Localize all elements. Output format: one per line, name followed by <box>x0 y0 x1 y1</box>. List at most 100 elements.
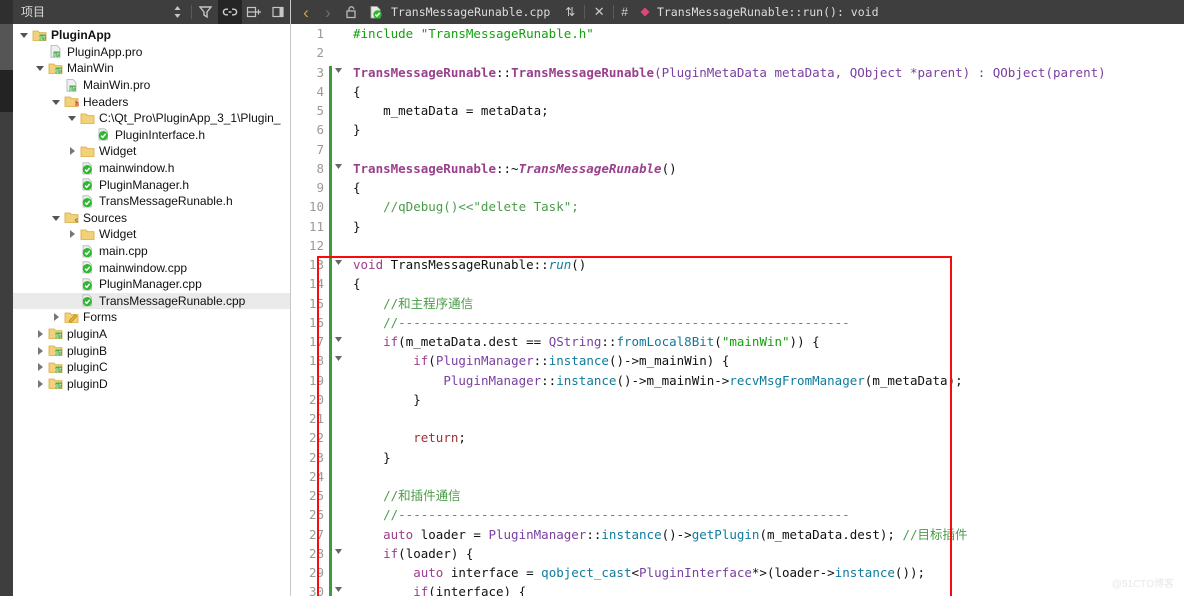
code-line[interactable] <box>345 409 1184 428</box>
tree-item[interactable]: c Sources <box>13 210 290 227</box>
code-line[interactable] <box>345 140 1184 159</box>
code-token: //和主程序通信 <box>353 295 474 311</box>
chevron-down-icon[interactable] <box>33 63 47 73</box>
code-line[interactable]: { <box>345 178 1184 197</box>
tree-item[interactable]: TransMessageRunable.h <box>13 193 290 210</box>
unlock-icon[interactable] <box>339 0 363 24</box>
fold-column[interactable] <box>332 24 345 596</box>
chevron-right-icon[interactable] <box>33 329 47 339</box>
code-line[interactable] <box>345 236 1184 255</box>
project-tree[interactable]: qt PluginApp qt PluginApp.pro qt MainWin qt Mai… <box>13 24 290 596</box>
tree-item[interactable]: qt pluginD <box>13 375 290 392</box>
code-line[interactable]: TransMessageRunable::TransMessageRunable… <box>345 63 1184 82</box>
line-marker-icon[interactable]: # <box>616 5 633 19</box>
code-token: (loader) { <box>398 545 474 561</box>
source-file-icon <box>79 244 96 259</box>
code-token: ( <box>654 64 662 80</box>
code-line[interactable]: } <box>345 217 1184 236</box>
code-token: } <box>353 391 421 407</box>
tree-item[interactable]: main.cpp <box>13 243 290 260</box>
code-line[interactable]: #include "TransMessageRunable.h" <box>345 24 1184 43</box>
chevron-right-icon[interactable] <box>33 379 47 389</box>
code-line[interactable] <box>345 43 1184 62</box>
code-line[interactable]: { <box>345 274 1184 293</box>
tree-item[interactable]: qt MainWin <box>13 60 290 77</box>
fold-triangle-icon[interactable] <box>332 255 345 274</box>
tree-item[interactable]: PluginInterface.h <box>13 127 290 144</box>
code-line[interactable]: if(PluginManager::instance()->m_mainWin)… <box>345 351 1184 370</box>
tree-item[interactable]: qt PluginApp <box>13 27 290 44</box>
code-line[interactable]: auto loader = PluginManager::instance()-… <box>345 525 1184 544</box>
chevron-right-icon[interactable] <box>49 312 63 322</box>
code-line[interactable]: } <box>345 120 1184 139</box>
code-line[interactable]: return; <box>345 428 1184 447</box>
tree-item[interactable]: h Headers <box>13 93 290 110</box>
fold-empty <box>332 313 345 332</box>
split-add-icon[interactable] <box>242 0 266 24</box>
chevron-down-icon[interactable] <box>17 30 31 40</box>
fold-triangle-icon[interactable] <box>332 544 345 563</box>
tree-item[interactable]: qt MainWin.pro <box>13 77 290 94</box>
tree-item[interactable]: mainwindow.h <box>13 160 290 177</box>
close-sidebar-icon[interactable] <box>266 0 290 24</box>
chevron-right-icon[interactable] <box>65 229 79 239</box>
sort-toggle-icon[interactable] <box>165 0 189 24</box>
symbol-breadcrumb[interactable]: TransMessageRunable::run(): void <box>657 5 879 19</box>
nav-back-icon[interactable]: ‹ <box>295 0 317 24</box>
code-line[interactable]: { <box>345 82 1184 101</box>
chevron-down-icon[interactable] <box>49 97 63 107</box>
tree-item[interactable]: Widget <box>13 143 290 160</box>
tree-item[interactable]: PluginManager.cpp <box>13 276 290 293</box>
svg-text:qt: qt <box>54 53 60 59</box>
code-line[interactable] <box>345 467 1184 486</box>
tree-item[interactable]: qt PluginApp.pro <box>13 44 290 61</box>
tree-item[interactable]: Forms <box>13 309 290 326</box>
code-line[interactable]: //qDebug()<<"delete Task"; <box>345 197 1184 216</box>
code-line[interactable]: PluginManager::instance()->m_mainWin->re… <box>345 371 1184 390</box>
tree-item[interactable]: qt pluginB <box>13 342 290 359</box>
link-with-editor-icon[interactable] <box>218 0 242 24</box>
code-line[interactable]: } <box>345 448 1184 467</box>
tree-item[interactable]: C:\Qt_Pro\PluginApp_3_1\Plugin_ <box>13 110 290 127</box>
chevron-right-icon[interactable] <box>33 362 47 372</box>
code-line[interactable]: //--------------------------------------… <box>345 505 1184 524</box>
chevron-down-icon[interactable] <box>65 113 79 123</box>
filter-icon[interactable] <box>194 0 218 24</box>
tree-item[interactable]: Widget <box>13 226 290 243</box>
code-area[interactable]: 1 2 3 4 5 6 7 8 9 10 11 12 13 14 15 16 17 18 19 20 21 22 23 24 2… <box>291 24 1184 596</box>
fold-empty <box>332 82 345 101</box>
fold-triangle-icon[interactable] <box>332 332 345 351</box>
code-line[interactable]: auto interface = qobject_cast<PluginInte… <box>345 563 1184 582</box>
chevron-down-icon[interactable] <box>49 213 63 223</box>
tree-item[interactable]: qt pluginC <box>13 359 290 376</box>
code-line[interactable]: if(interface) { <box>345 582 1184 596</box>
svg-text:qt: qt <box>55 69 62 75</box>
tree-item[interactable]: TransMessageRunable.cpp <box>13 292 290 310</box>
code-line[interactable]: void TransMessageRunable::run() <box>345 255 1184 274</box>
close-file-icon[interactable]: ✕ <box>587 0 611 24</box>
tree-item[interactable]: qt pluginA <box>13 326 290 343</box>
code-line[interactable]: //和主程序通信 <box>345 294 1184 313</box>
source-file-icon <box>79 293 96 308</box>
code-line[interactable]: //和插件通信 <box>345 486 1184 505</box>
chevron-right-icon[interactable] <box>33 346 47 356</box>
file-dropdown-icon[interactable]: ⇅ <box>558 0 582 24</box>
nav-forward-icon[interactable]: › <box>317 0 339 24</box>
fold-triangle-icon[interactable] <box>332 159 345 178</box>
code-text[interactable]: #include "TransMessageRunable.h" TransMe… <box>345 24 1184 596</box>
code-line[interactable]: m_metaData = metaData; <box>345 101 1184 120</box>
fold-triangle-icon[interactable] <box>332 63 345 82</box>
line-number: 21 <box>308 411 324 426</box>
tree-item[interactable]: PluginManager.h <box>13 176 290 193</box>
fold-triangle-icon[interactable] <box>332 351 345 370</box>
fold-triangle-icon[interactable] <box>332 582 345 596</box>
code-line[interactable]: TransMessageRunable::~TransMessageRunabl… <box>345 159 1184 178</box>
chevron-right-icon[interactable] <box>65 146 79 156</box>
code-line[interactable]: } <box>345 390 1184 409</box>
code-line[interactable]: //--------------------------------------… <box>345 313 1184 332</box>
code-line[interactable]: if(loader) { <box>345 544 1184 563</box>
tree-item-label: Headers <box>83 94 129 109</box>
open-file-name[interactable]: TransMessageRunable.cpp <box>391 5 550 19</box>
code-line[interactable]: if(m_metaData.dest == QString::fromLocal… <box>345 332 1184 351</box>
tree-item[interactable]: mainwindow.cpp <box>13 259 290 276</box>
